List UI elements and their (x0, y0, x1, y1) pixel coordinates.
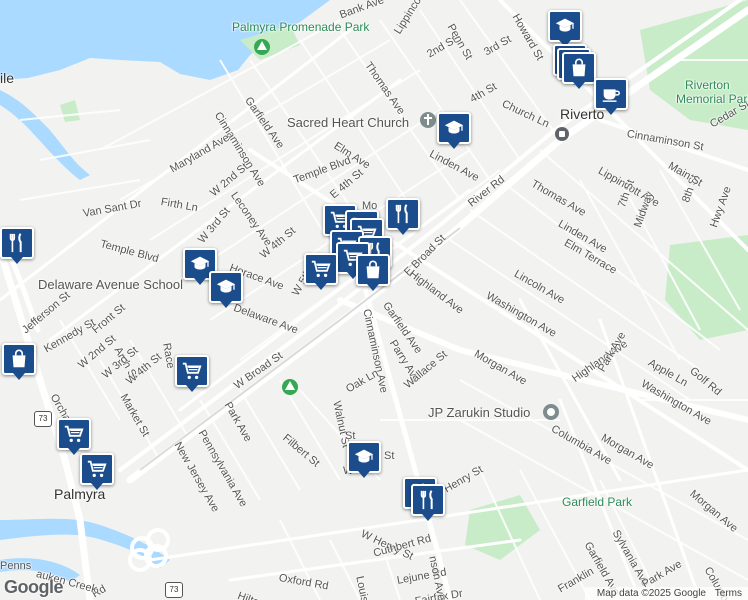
marker-pointer (13, 373, 25, 380)
school-icon (437, 112, 471, 144)
terms-link[interactable]: Terms (715, 588, 742, 599)
map-marker-school[interactable] (437, 112, 471, 150)
map-marker-cart[interactable] (80, 453, 114, 491)
marker-pointer (422, 514, 434, 521)
marker-pointer (358, 471, 370, 478)
cafe-icon (594, 78, 628, 110)
marker-pointer (605, 108, 617, 115)
restaurant-icon (0, 227, 34, 259)
route-73-shield: 73 (165, 582, 183, 598)
google-logo[interactable]: Google (4, 577, 64, 598)
map-copyright: Map data ©2025 Google (596, 588, 706, 599)
map-marker-bag[interactable] (562, 52, 596, 90)
marker-pointer (397, 228, 409, 235)
marker-pointer (315, 283, 327, 290)
marker-pointer (448, 142, 460, 149)
map-marker-bag[interactable] (356, 254, 390, 292)
shopping-bag-icon (562, 52, 596, 84)
cart-icon (175, 355, 209, 387)
map-marker-cart[interactable] (57, 418, 91, 456)
marker-pointer (367, 284, 379, 291)
school-icon (209, 271, 243, 303)
shopping-bag-icon (2, 343, 36, 375)
map-marker-fork[interactable] (0, 227, 34, 265)
map-marker-school[interactable] (347, 441, 381, 479)
route-73-shield: 73 (34, 411, 52, 427)
map-marker-school[interactable] (548, 10, 582, 48)
marker-pointer (573, 82, 585, 89)
map-marker-fork[interactable] (411, 484, 445, 522)
marker-pointer (220, 301, 232, 308)
cart-icon (304, 253, 338, 285)
restaurant-icon (386, 198, 420, 230)
marker-pointer (11, 257, 23, 264)
restaurant-icon (411, 484, 445, 516)
marker-pointer (91, 483, 103, 490)
marker-pointer (194, 278, 206, 285)
map-marker-fork[interactable] (386, 198, 420, 236)
map-marker-bag[interactable] (2, 343, 36, 381)
map-canvas[interactable]: Bank AveLippincott Ave2nd StPenn St3rd S… (0, 0, 748, 600)
school-icon (347, 441, 381, 473)
marker-pointer (186, 385, 198, 392)
map-marker-cart[interactable] (304, 253, 338, 291)
map-marker-cup[interactable] (594, 78, 628, 116)
map-base (0, 0, 748, 600)
shopping-bag-icon (356, 254, 390, 286)
marker-pointer (68, 448, 80, 455)
map-footer: Map data ©2025 Google Terms (584, 587, 748, 600)
map-marker-cart[interactable] (175, 355, 209, 393)
cart-icon (57, 418, 91, 450)
cart-icon (80, 453, 114, 485)
map-marker-school[interactable] (209, 271, 243, 309)
school-icon (548, 10, 582, 42)
